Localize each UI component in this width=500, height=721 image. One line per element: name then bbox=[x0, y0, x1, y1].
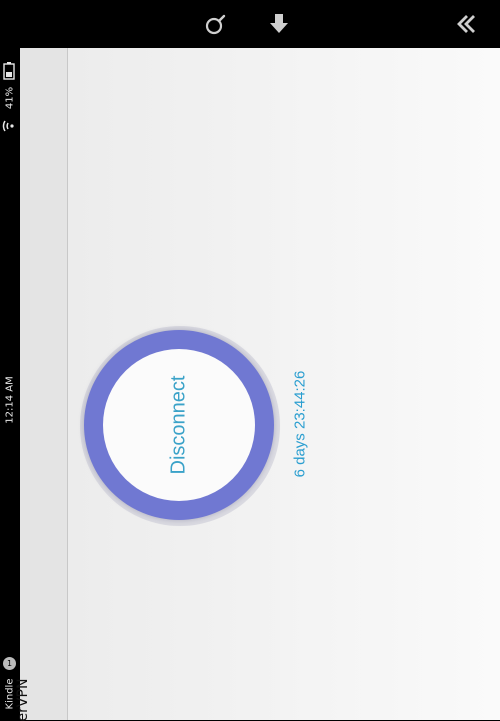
clock: 12:14 AM bbox=[4, 376, 16, 424]
notification-app-label: Kindle bbox=[4, 678, 16, 710]
app-title-bar bbox=[20, 48, 68, 720]
battery-icon bbox=[3, 62, 15, 80]
wifi-icon bbox=[2, 118, 18, 134]
app-title: erVPN bbox=[15, 678, 31, 721]
download-icon[interactable] bbox=[265, 10, 293, 38]
status-bar: 41% 12:14 AM 1 Kindle bbox=[0, 0, 20, 720]
back-icon[interactable] bbox=[451, 10, 479, 38]
disconnect-button[interactable]: Disconnect bbox=[84, 330, 274, 520]
navigation-bar bbox=[20, 0, 500, 48]
notification-badge: 1 bbox=[3, 657, 16, 670]
disconnect-button-label: Disconnect bbox=[167, 375, 190, 475]
notification-count: 1 bbox=[6, 659, 13, 668]
search-icon[interactable] bbox=[202, 10, 230, 38]
connection-duration: 6 days 23:44:26 bbox=[291, 370, 309, 478]
battery-percent: 41% bbox=[4, 86, 16, 110]
